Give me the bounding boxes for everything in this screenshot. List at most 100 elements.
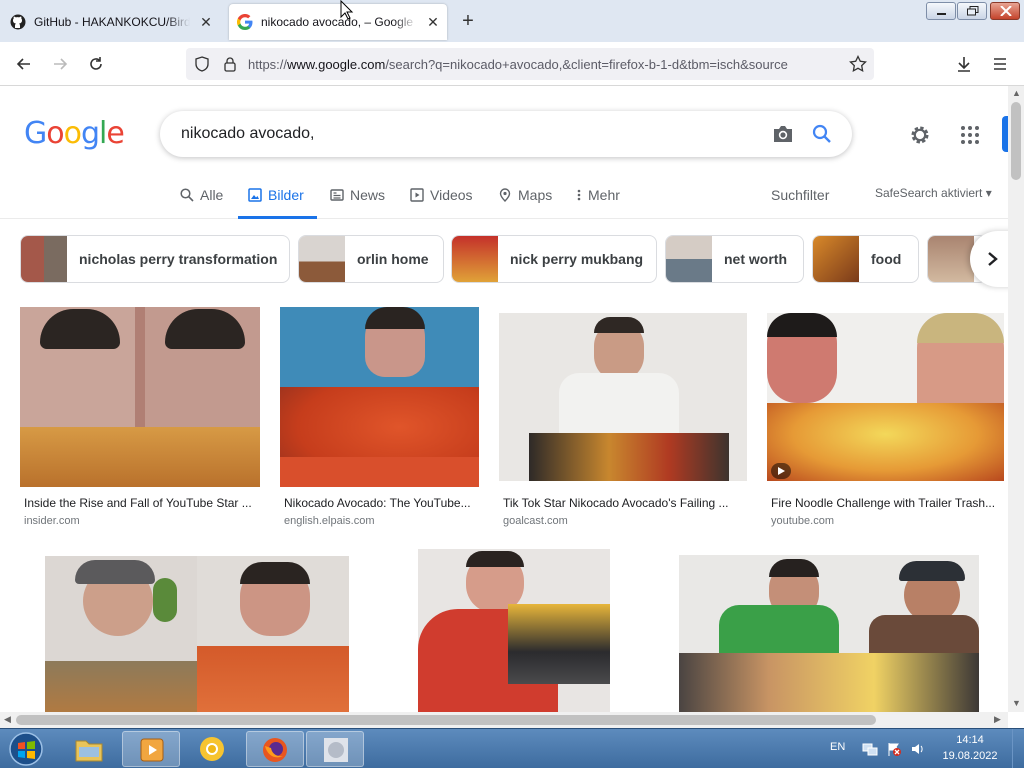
downloads-icon[interactable] — [954, 54, 974, 74]
minimize-button[interactable] — [926, 2, 956, 20]
tab-alle[interactable]: Alle — [180, 181, 223, 219]
bookmark-star-icon[interactable] — [849, 55, 867, 73]
close-tab-icon[interactable]: ✕ — [425, 14, 441, 30]
action-center-flag-icon[interactable] — [886, 741, 902, 757]
scrollbar-thumb[interactable] — [1011, 102, 1021, 180]
navigation-toolbar: https://www.google.com/search?q=nikocado… — [0, 42, 1024, 86]
chrome-icon — [200, 737, 224, 761]
taskbar-explorer[interactable] — [60, 731, 118, 767]
tab-label: Alle — [200, 187, 224, 203]
lock-icon[interactable] — [222, 56, 238, 72]
result-caption[interactable]: Inside the Rise and Fall of YouTube Star… — [24, 496, 260, 510]
firefox-icon — [263, 738, 287, 762]
mouse-cursor-icon — [340, 0, 354, 20]
scrollbar-thumb[interactable] — [16, 715, 876, 725]
tab-bilder[interactable]: Bilder — [238, 181, 317, 219]
result-image[interactable] — [499, 313, 747, 481]
tab-mehr[interactable]: Mehr — [576, 181, 620, 219]
search-type-tabs: Alle Bilder News Videos Maps Mehr Suchfi… — [0, 181, 1008, 219]
map-pin-icon — [499, 188, 511, 202]
camera-icon[interactable] — [772, 124, 794, 144]
result-source[interactable]: goalcast.com — [503, 515, 568, 527]
result-source[interactable]: english.elpais.com — [284, 515, 375, 527]
google-g-icon — [237, 14, 253, 30]
google-logo[interactable]: Google — [24, 116, 125, 151]
minimize-icon — [937, 13, 946, 15]
result-caption[interactable]: Nikocado Avocado: The YouTube... — [284, 496, 479, 510]
result-image[interactable] — [20, 307, 260, 487]
tab-label: Videos — [430, 187, 473, 203]
result-image[interactable] — [418, 549, 610, 712]
chip-nick-perry-mukbang[interactable]: nick perry mukbang — [451, 235, 657, 283]
hamburger-menu-icon[interactable] — [990, 54, 1010, 74]
related-searches-chips: nicholas perry transformation orlin home… — [0, 234, 1008, 284]
chip-net-worth[interactable]: net worth — [665, 235, 804, 283]
chip-food[interactable]: food — [812, 235, 919, 283]
restore-button[interactable] — [957, 2, 987, 20]
clock-time[interactable]: 14:14 — [940, 734, 1000, 746]
tab-github[interactable]: GitHub - HAKANKOKCU/BirdyIn ✕ — [4, 4, 220, 40]
show-desktop-button[interactable] — [1012, 729, 1024, 768]
taskbar-app[interactable] — [306, 731, 364, 767]
chip-thumbnail — [452, 236, 498, 282]
tab-news[interactable]: News — [330, 181, 385, 219]
taskbar-firefox[interactable] — [246, 731, 304, 767]
tab-label: Maps — [518, 187, 553, 203]
chip-thumbnail — [813, 236, 859, 282]
close-tab-icon[interactable]: ✕ — [198, 14, 214, 30]
search-icon[interactable] — [812, 124, 832, 144]
result-source[interactable]: youtube.com — [771, 515, 834, 527]
safesearch-label: SafeSearch aktiviert — [875, 186, 983, 200]
suchfilter-button[interactable]: Suchfilter — [771, 187, 829, 203]
taskbar-chrome[interactable] — [184, 731, 242, 767]
search-box[interactable]: nikocado avocado, — [160, 111, 852, 157]
chip-label: food — [871, 251, 902, 267]
result-caption[interactable]: Fire Noodle Challenge with Trailer Trash… — [771, 496, 1004, 510]
volume-icon[interactable] — [910, 741, 926, 757]
chip-label: nick perry mukbang — [510, 251, 644, 267]
tab-videos[interactable]: Videos — [410, 181, 473, 219]
search-icon — [180, 188, 194, 202]
result-image[interactable] — [45, 556, 349, 712]
google-apps-icon[interactable] — [960, 125, 980, 145]
url-text[interactable]: https://www.google.com/search?q=nikocado… — [248, 57, 838, 72]
scroll-right-icon[interactable]: ▶ — [994, 714, 1001, 725]
new-tab-button[interactable]: + — [456, 10, 480, 34]
chip-orlin-home[interactable]: orlin home — [298, 235, 444, 283]
close-icon — [1000, 6, 1012, 16]
restore-icon — [967, 6, 979, 16]
back-arrow-icon[interactable] — [14, 54, 34, 74]
tab-label: News — [350, 187, 386, 203]
result-image[interactable] — [767, 313, 1004, 481]
result-image[interactable] — [679, 555, 979, 712]
video-play-icon — [778, 467, 785, 475]
tab-title: GitHub - HAKANKOKCU/BirdyIn — [34, 15, 190, 29]
scroll-left-icon[interactable]: ◀ — [4, 714, 11, 725]
close-window-button[interactable] — [990, 2, 1020, 20]
forward-arrow-icon[interactable] — [50, 54, 70, 74]
scroll-up-icon[interactable]: ▲ — [1012, 88, 1021, 98]
play-icon — [410, 188, 424, 202]
taskbar-media-player[interactable] — [122, 731, 180, 767]
tab-google-search[interactable]: nikocado avocado, – Google Suche ✕ — [229, 4, 447, 40]
chip-nicholas-perry-transformation[interactable]: nicholas perry transformation — [20, 235, 290, 283]
network-icon[interactable] — [862, 741, 878, 757]
windows-start-icon[interactable] — [6, 731, 46, 767]
horizontal-scrollbar[interactable]: ◀ ▶ — [0, 712, 1008, 728]
result-caption[interactable]: Tik Tok Star Nikocado Avocado's Failing … — [503, 496, 747, 510]
language-indicator[interactable]: EN — [830, 741, 845, 753]
settings-gear-icon[interactable] — [908, 123, 932, 147]
scroll-down-icon[interactable]: ▼ — [1012, 698, 1021, 708]
tab-maps[interactable]: Maps — [498, 181, 552, 219]
safesearch-dropdown[interactable]: SafeSearch aktiviert ▾ — [875, 186, 992, 200]
reload-icon[interactable] — [86, 54, 106, 74]
shield-icon[interactable] — [194, 56, 210, 72]
address-bar[interactable]: https://www.google.com/search?q=nikocado… — [186, 48, 874, 80]
search-input[interactable]: nikocado avocado, — [181, 125, 314, 143]
folder-icon — [75, 740, 103, 762]
clock-date[interactable]: 19.08.2022 — [940, 750, 1000, 762]
chip-thumbnail — [928, 236, 974, 282]
result-image[interactable] — [280, 307, 479, 487]
vertical-scrollbar[interactable]: ▲ ▼ — [1008, 86, 1024, 712]
result-source[interactable]: insider.com — [24, 515, 80, 527]
